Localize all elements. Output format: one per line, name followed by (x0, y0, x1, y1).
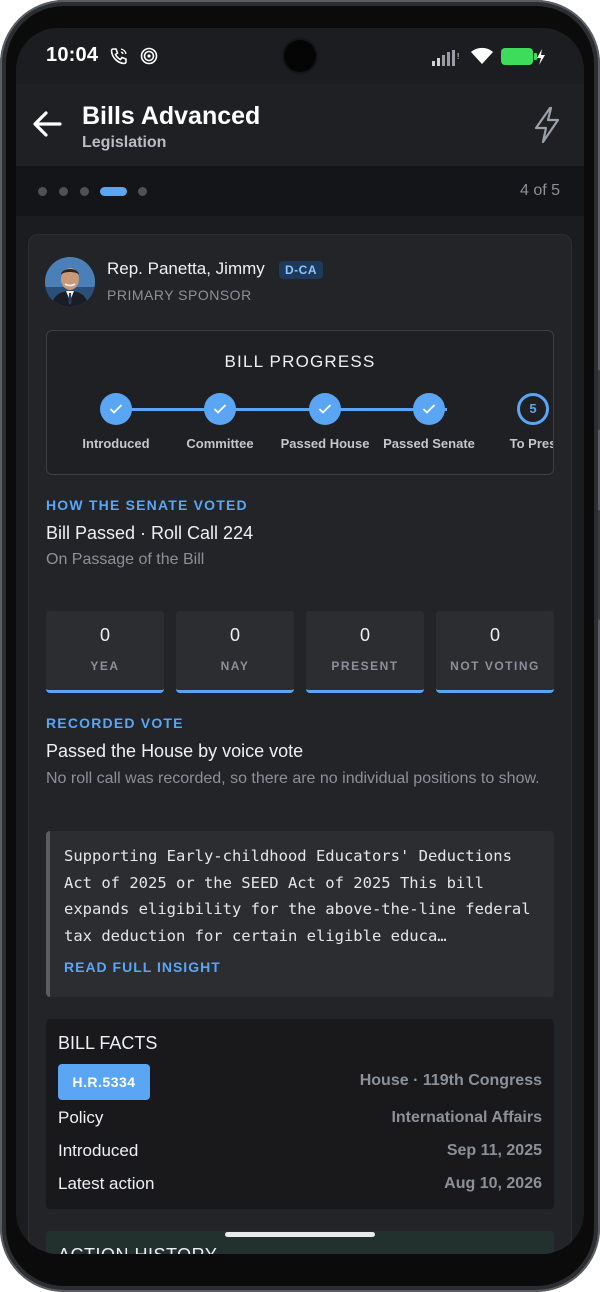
pager-dot-active[interactable] (100, 187, 127, 196)
phone-wifi-call-icon (110, 48, 127, 65)
page-subtitle: Legislation (82, 134, 167, 151)
sponsor-role: PRIMARY SPONSOR (107, 287, 252, 303)
step-label: Introduced (82, 436, 150, 451)
vote-label: NOT VOTING (450, 659, 540, 673)
step-pending: 5 (517, 393, 549, 425)
bill-insight: Supporting Early-childhood Educators' De… (46, 831, 554, 997)
vote-tile-not-voting[interactable]: 0 NOT VOTING (436, 611, 554, 693)
recorded-vote-note: No roll call was recorded, so there are … (46, 770, 540, 787)
progress-track (117, 408, 447, 411)
arrow-left-icon[interactable] (30, 106, 66, 142)
status-bar: 10:04 ! (16, 28, 584, 84)
bill-number-chip[interactable]: H.R.5334 (58, 1064, 150, 1100)
step-check-icon (100, 393, 132, 425)
step-label: Passed House (280, 436, 370, 451)
vote-count: 0 (229, 625, 240, 645)
hotspot-icon (140, 47, 158, 65)
step-label: Passed Senate (383, 436, 475, 451)
bill-facts: BILL FACTS H.R.5334 House · 119th Congre… (46, 1019, 554, 1209)
senate-vote-result: Bill Passed · Roll Call 224 (46, 523, 254, 543)
fact-label: Introduced (58, 1141, 139, 1160)
sponsor-avatar[interactable] (45, 257, 95, 307)
pager-dot[interactable] (59, 187, 68, 196)
insight-text: Supporting Early-childhood Educators' De… (64, 847, 531, 945)
fact-value: Aug 10, 2026 (444, 1175, 542, 1192)
fact-label: Latest action (58, 1174, 155, 1193)
bill-card: Rep. Panetta, Jimmy D-CA PRIMARY SPONSOR… (28, 234, 572, 1254)
vote-label: YEA (90, 659, 120, 673)
battery-charging-icon (501, 48, 545, 65)
vote-tile-nay[interactable]: 0 NAY (176, 611, 294, 693)
status-time: 10:04 (46, 44, 99, 66)
vote-count: 0 (359, 625, 370, 645)
page-count: 4 of 5 (519, 182, 560, 199)
front-camera (284, 40, 316, 72)
bolt-icon[interactable] (530, 106, 564, 144)
vote-count: 0 (99, 625, 110, 645)
vote-tile-yea[interactable]: 0 YEA (46, 611, 164, 693)
senate-vote-question: On Passage of the Bill (46, 551, 205, 568)
home-indicator[interactable] (225, 1232, 375, 1237)
vote-tile-present[interactable]: 0 PRESENT (306, 611, 424, 693)
pager-dot[interactable] (80, 187, 89, 196)
screen: 10:04 ! Bills Advanced Legislation 4 of … (16, 28, 584, 1254)
page-title: Bills Advanced (82, 102, 261, 130)
bill-facts-title: BILL FACTS (58, 1033, 158, 1053)
app-header: Bills Advanced Legislation (16, 84, 584, 166)
sponsor-name[interactable]: Rep. Panetta, Jimmy (107, 259, 265, 279)
wifi-icon (471, 47, 493, 64)
recorded-vote-section-label: RECORDED VOTE (46, 715, 184, 731)
phone-frame: 10:04 ! Bills Advanced Legislation 4 of … (0, 0, 600, 1292)
senate-vote-section-label: HOW THE SENATE VOTED (46, 497, 248, 513)
pager-dot[interactable] (38, 187, 47, 196)
bill-progress-title: BILL PROGRESS (224, 352, 376, 371)
step-check-icon (413, 393, 445, 425)
chamber-congress: House · 119th Congress (359, 1072, 542, 1089)
vote-label: PRESENT (331, 659, 399, 673)
fact-value: International Affairs (391, 1109, 542, 1126)
read-full-insight-link[interactable]: READ FULL INSIGHT (64, 959, 221, 975)
fact-value: Sep 11, 2025 (446, 1142, 542, 1159)
fact-label: Policy (58, 1108, 104, 1127)
cellular-signal-icon: ! (432, 50, 459, 66)
step-check-icon (309, 393, 341, 425)
action-history-title: ACTION HISTORY (58, 1245, 217, 1254)
vote-count: 0 (489, 625, 500, 645)
page-indicator: 4 of 5 (16, 166, 584, 216)
party-badge: D-CA (279, 261, 323, 279)
step-check-icon (204, 393, 236, 425)
recorded-vote-result: Passed the House by voice vote (46, 741, 304, 761)
vote-label: NAY (220, 659, 250, 673)
bill-progress-tracker: BILL PROGRESS Introduced Committee Passe… (46, 330, 554, 475)
step-label: Committee (186, 436, 254, 451)
svg-text:!: ! (457, 52, 459, 61)
step-label: To Pres (509, 436, 554, 451)
pager-dot[interactable] (138, 187, 147, 196)
